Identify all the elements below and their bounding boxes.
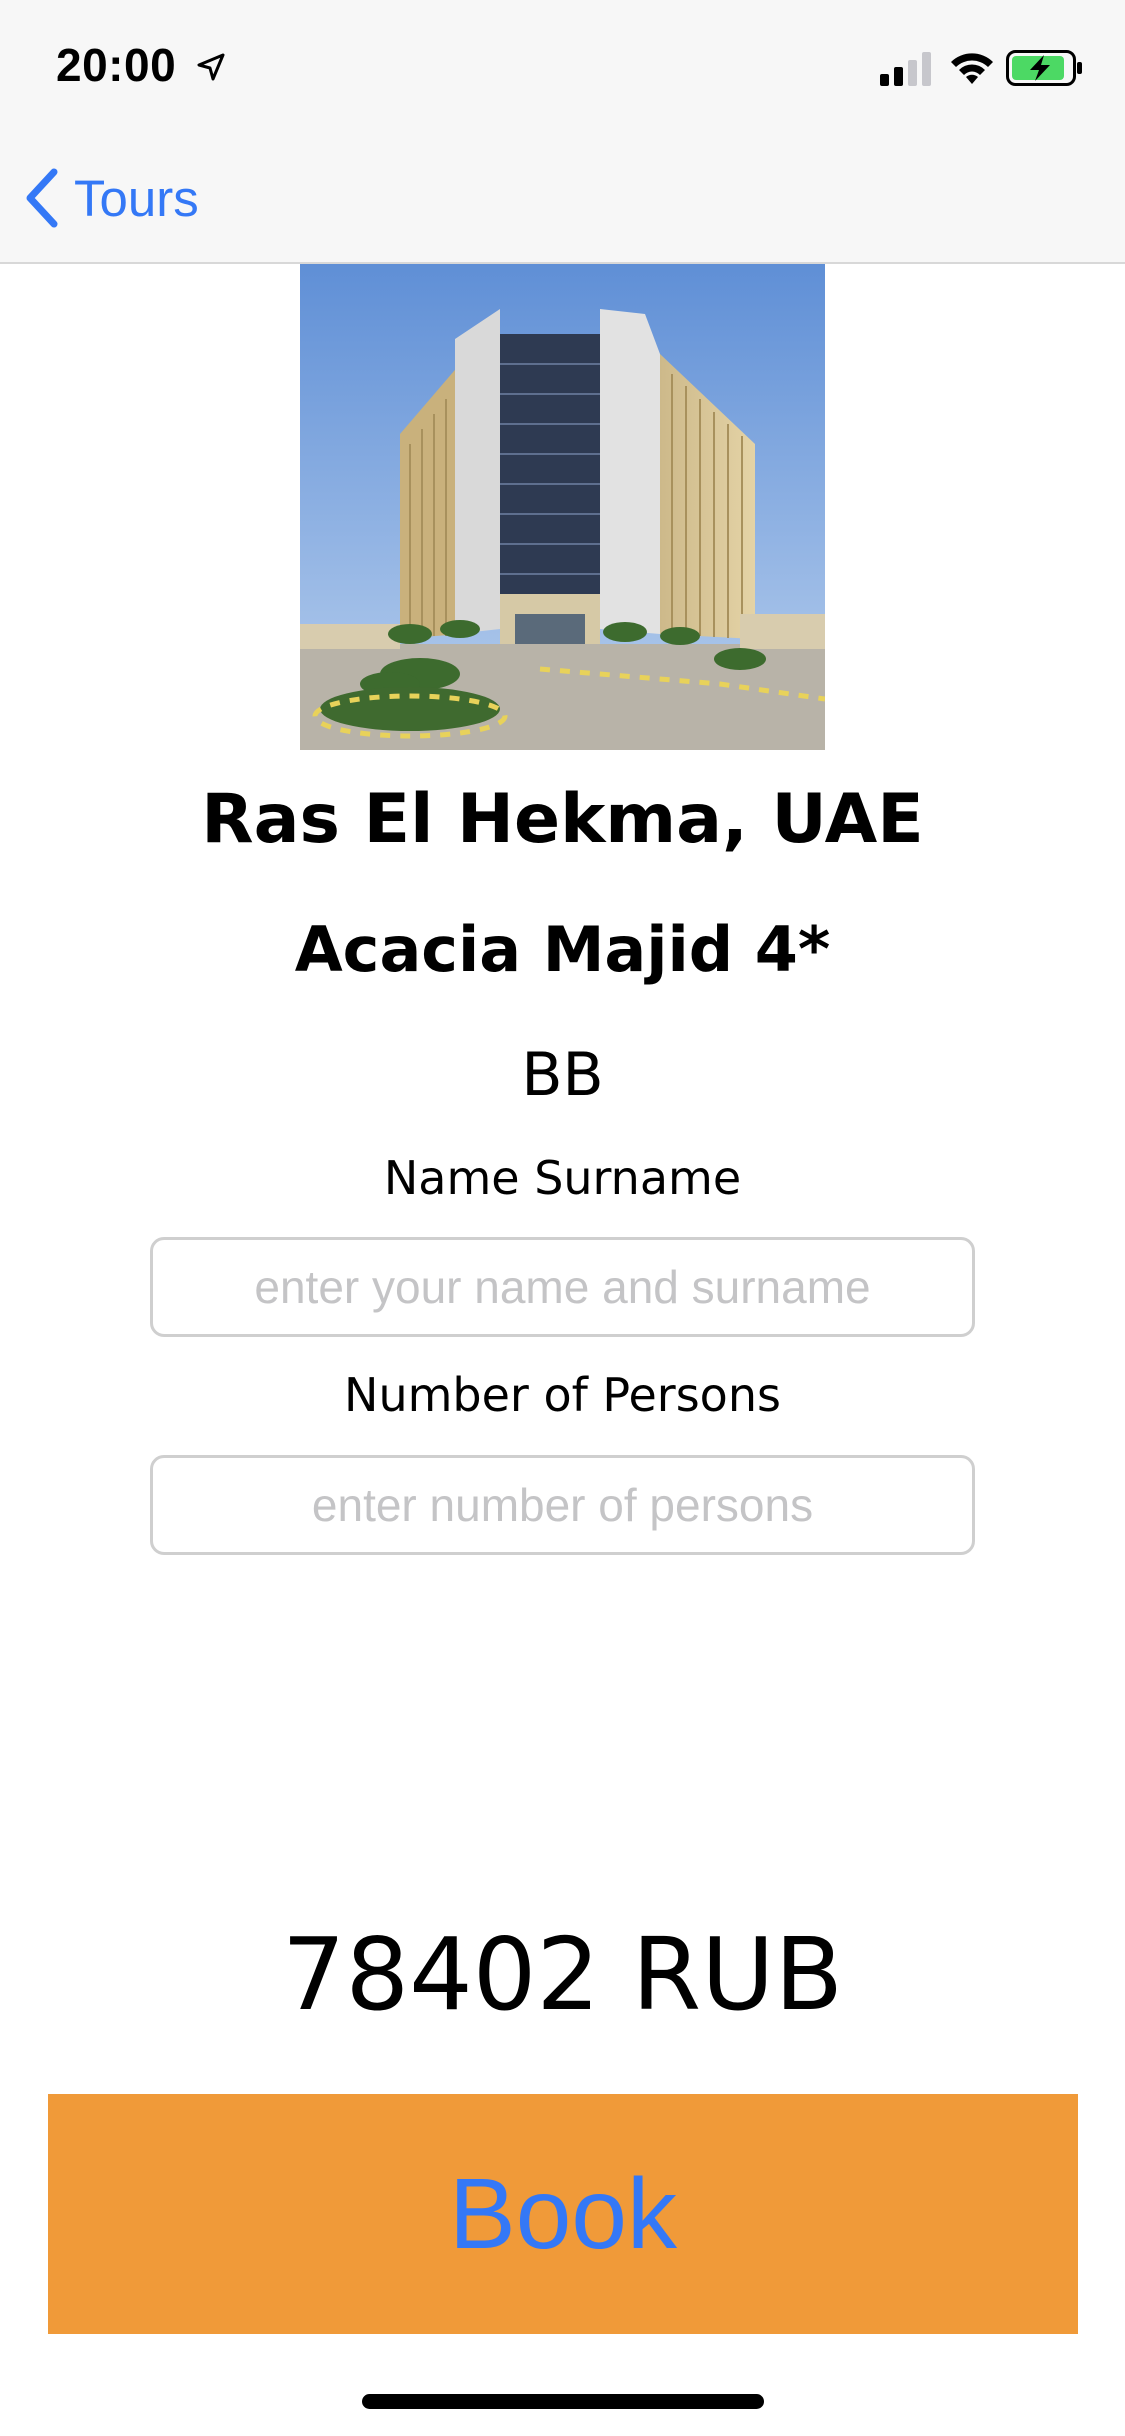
number-of-persons-label: Number of Persons bbox=[344, 1368, 781, 1422]
book-button[interactable]: Book bbox=[48, 2094, 1078, 2334]
tour-location: Ras El Hekma, UAE bbox=[201, 780, 924, 859]
location-arrow-icon bbox=[197, 53, 225, 81]
cellular-signal-icon bbox=[880, 52, 931, 86]
number-of-persons-input[interactable] bbox=[150, 1455, 975, 1555]
hotel-name: Acacia Majid 4* bbox=[294, 913, 831, 986]
back-button[interactable]: Tours bbox=[20, 160, 199, 236]
navigation-bar: Tours bbox=[0, 132, 1125, 264]
back-button-label: Tours bbox=[74, 169, 199, 227]
status-bar: 20:00 bbox=[0, 0, 1125, 132]
meal-plan: BB bbox=[521, 1040, 604, 1110]
chevron-left-icon bbox=[26, 168, 58, 228]
name-surname-label: Name Surname bbox=[383, 1151, 742, 1205]
hotel-photo bbox=[300, 264, 825, 750]
battery-charging-icon bbox=[1006, 50, 1082, 86]
tour-price: 78402 RUB bbox=[281, 1916, 844, 2033]
status-time: 20:00 bbox=[56, 39, 177, 91]
name-surname-input[interactable] bbox=[150, 1237, 975, 1337]
wifi-icon bbox=[951, 53, 993, 84]
home-indicator[interactable] bbox=[362, 2394, 764, 2409]
